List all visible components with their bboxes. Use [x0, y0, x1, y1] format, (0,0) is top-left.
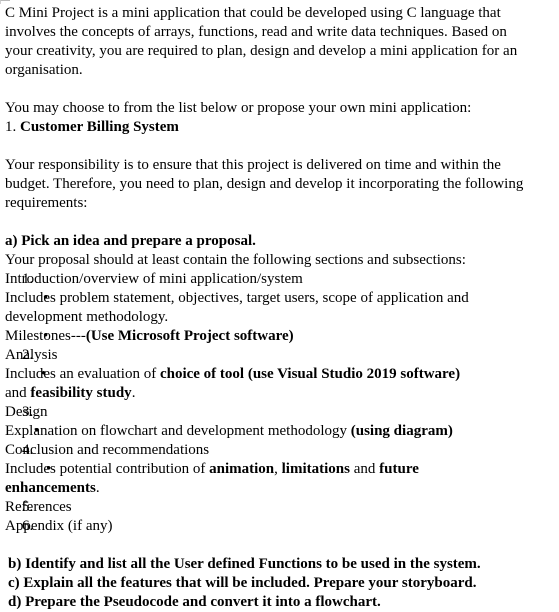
proposal-item-5-number: 5.: [22, 499, 34, 515]
bullet-text-bold-2: limitations: [281, 461, 350, 477]
choose-prompt: You may choose to from the list below or…: [5, 100, 472, 116]
bullet-icon: •: [41, 366, 47, 382]
proposal-item-5: 5. References: [5, 498, 551, 517]
intro-line-3: your creativity, you are required to pla…: [5, 43, 518, 59]
proposal-item-1-bullet-1-line-1: • Includes problem statement, objectives,…: [5, 289, 551, 308]
bullet-icon: •: [43, 290, 49, 306]
bullet-text-bold: (using diagram): [350, 423, 453, 439]
proposal-item-4: 4. Conclusion and recommendations: [5, 441, 551, 460]
bullet-text-regular-2: ,: [274, 461, 282, 477]
cont-text-bold: enhancements: [5, 480, 96, 496]
page-corner-mark: [0, 0, 10, 4]
proposal-item-2: 2. Analysis: [5, 346, 551, 365]
choose-item-label: Customer Billing System: [20, 119, 179, 135]
proposal-item-4-bullet-1-line-1: • Includes potential contribution of anim…: [5, 460, 551, 479]
proposal-item-6-number: 6.: [22, 518, 34, 534]
bullet-text-bold-3: future: [379, 461, 419, 477]
intro-paragraph: C Mini Project is a mini application tha…: [5, 4, 551, 80]
intro-line-4: organisation.: [5, 62, 83, 78]
responsibility-line-1: Your responsibility is to ensure that th…: [5, 157, 501, 173]
cont-text-period: .: [95, 480, 100, 496]
responsibility-paragraph: Your responsibility is to ensure that th…: [5, 156, 551, 213]
intro-line-1: C Mini Project is a mini application tha…: [5, 5, 501, 21]
proposal-item-1-number: 1.: [22, 271, 34, 287]
proposal-item-3: 3. Design: [5, 403, 551, 422]
tasks-tail: b) Identify and list all the User define…: [5, 555, 551, 612]
task-a-heading: a) Pick an idea and prepare a proposal.: [5, 233, 256, 249]
proposal-item-4-bullet-1-line-2: enhancements.: [5, 479, 551, 498]
proposal-item-4-number: 4.: [22, 442, 34, 458]
document-page: C Mini Project is a mini application tha…: [0, 0, 559, 610]
responsibility-line-3: requirements:: [5, 195, 88, 211]
bullet-icon: •: [34, 423, 40, 439]
bullet-text-bold: (Use Microsoft Project software): [85, 328, 294, 344]
task-a-lead: Your proposal should at least contain th…: [5, 252, 466, 268]
bullet-text-regular: Includes an evaluation of: [5, 366, 160, 382]
proposal-item-1: 1. Introduction/overview of mini applicat…: [5, 270, 551, 289]
bullet-text: Includes problem statement, objectives, …: [5, 290, 469, 306]
proposal-item-5-title: References: [5, 499, 72, 515]
cont-text-period: .: [131, 385, 136, 401]
document-body: C Mini Project is a mini application tha…: [0, 0, 559, 612]
task-b-heading: b) Identify and list all the User define…: [8, 556, 481, 572]
proposal-item-1-bullet-1-line-2: development methodology.: [5, 309, 169, 325]
cont-text-regular: and: [5, 385, 31, 401]
proposal-item-2-bullet-1-line-1: • Includes an evaluation of choice of too…: [5, 365, 551, 384]
choose-item-1: 1. Customer Billing System: [5, 118, 551, 137]
bullet-text-bold-1: animation: [209, 461, 275, 477]
proposal-item-6: 6. Appendix (if any): [5, 517, 551, 536]
choose-item-number: 1.: [5, 119, 17, 135]
intro-line-2: involves the concepts of arrays, functio…: [5, 24, 507, 40]
proposal-item-1-title: Introduction/overview of mini applicatio…: [5, 271, 303, 287]
bullet-text-bold: choice of tool (use Visual Studio 2019 s…: [159, 366, 461, 382]
bullet-icon: •: [43, 328, 49, 344]
proposal-item-3-bullet-1: • Explanation on flowchart and developmen…: [5, 422, 551, 441]
proposal-item-3-number: 3.: [22, 404, 34, 420]
task-d-heading: d) Prepare the Pseudocode and convert it…: [8, 594, 381, 610]
proposal-item-2-bullet-1-line-2: and feasibility study.: [5, 384, 551, 403]
cont-text-bold: feasibility study: [30, 385, 132, 401]
bullet-icon: •: [46, 461, 52, 477]
task-c-heading: c) Explain all the features that will be…: [8, 575, 477, 591]
bullet-text-regular-3: and: [349, 461, 380, 477]
proposal-item-1-bullet-2: • Milestones---(Use Microsoft Project sof…: [5, 327, 551, 346]
proposal-item-2-number: 2.: [22, 347, 34, 363]
proposal-item-4-title: Conclusion and recommendations: [5, 442, 210, 458]
bullet-text-regular: Explanation on flowchart and development…: [5, 423, 351, 439]
responsibility-line-2: budget. Therefore, you need to plan, des…: [5, 176, 524, 192]
bullet-text-regular-1: Includes potential contribution of: [5, 461, 210, 477]
